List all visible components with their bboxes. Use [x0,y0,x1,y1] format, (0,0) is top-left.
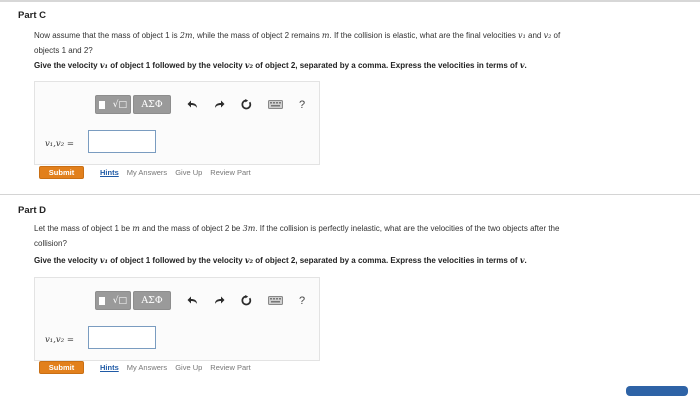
part-d-instruction: Give the velocity v₁ of object 1 followe… [34,253,684,268]
part-d-submit-button[interactable]: Submit [39,361,84,374]
template-button[interactable]: √□ [95,291,131,310]
answer-label-text: v₁,v₂ = [45,139,74,149]
part-c-answer-panel [34,81,320,165]
part-d-question: Let the mass of object 1 be m and the ma… [34,221,674,251]
my-answers-link[interactable]: My Answers [127,363,167,372]
velocity-2-symbol: v₂ [244,60,254,70]
velocity-2-symbol: v₂ [244,255,254,265]
instruction-text: Give the velocity [34,256,100,265]
mass-1-symbol: 2m [179,31,193,40]
part-c-question-text: . If the collision is elastic, what are … [329,31,519,40]
part-c-instruction: Give the velocity v₁ of object 1 followe… [34,58,684,73]
part-c-question-text: Now assume that the mass of object 1 is [34,31,180,40]
greek-symbols-button[interactable]: ΑΣΦ [133,291,171,310]
part-c-question-text: and [525,31,544,40]
help-icon[interactable]: ? [299,99,305,111]
part-d-question-text: and the mass of object 2 be [139,224,243,233]
template-button[interactable]: √□ [95,95,131,114]
part-d-answer-panel [34,277,320,361]
redo-icon[interactable] [214,296,225,305]
instruction-text: of object 2, separated by a comma. Expre… [253,256,520,265]
my-answers-link[interactable]: My Answers [127,168,167,177]
radical-icon: √□ [112,99,127,110]
review-part-link[interactable]: Review Part [210,363,250,372]
help-icon[interactable]: ? [299,295,305,307]
undo-icon[interactable] [187,100,198,109]
radical-icon: √□ [112,295,127,306]
part-d-question-text: . If the collision is perfectly inelasti… [255,224,560,233]
part-c-math-toolbar: √□ ΑΣΦ ? [95,95,305,114]
template-icon [99,296,105,305]
keyboard-icon[interactable] [268,296,283,305]
mass-2-symbol: 3m [242,224,256,233]
continue-button[interactable] [626,386,688,396]
part-c-question: Now assume that the mass of object 1 is … [34,28,674,58]
part-d-question-text: Let the mass of object 1 be [34,224,133,233]
instruction-text: of object 2, separated by a comma. Expre… [253,61,520,70]
give-up-link[interactable]: Give Up [175,168,202,177]
hints-link[interactable]: Hints [100,363,119,372]
part-d-action-links: Hints My Answers Give Up Review Part [100,363,259,372]
part-c-submit-button[interactable]: Submit [39,166,84,179]
velocity-1-symbol: v₁ [99,60,108,70]
top-border [0,0,700,2]
part-d-answer-input[interactable] [88,326,156,349]
template-icon [99,100,105,109]
part-c-question-text: of [551,31,561,40]
instruction-text: . [524,61,527,70]
section-divider [0,194,700,195]
part-d-math-toolbar: √□ ΑΣΦ ? [95,291,305,310]
part-c-answer-label: v₁,v₂ = [45,139,74,149]
part-d-title: Part D [18,205,46,216]
part-c-action-links: Hints My Answers Give Up Review Part [100,168,259,177]
give-up-link[interactable]: Give Up [175,363,202,372]
part-c-question-line2: objects 1 and 2? [34,46,93,55]
reset-icon[interactable] [241,295,252,306]
answer-label-text: v₁,v₂ = [45,335,74,345]
redo-icon[interactable] [214,100,225,109]
undo-icon[interactable] [187,296,198,305]
velocity-1-symbol: v₁ [518,31,526,40]
part-d-question-line2: collision? [34,239,67,248]
instruction-text: of object 1 followed by the velocity [107,61,245,70]
part-c-title: Part C [18,10,46,21]
instruction-text: of object 1 followed by the velocity [107,256,245,265]
velocity-1-symbol: v₁ [99,255,108,265]
instruction-text: Give the velocity [34,61,100,70]
mass-1-symbol: m [132,224,140,233]
part-c-question-text: , while the mass of object 2 remains [192,31,322,40]
part-d-answer-label: v₁,v₂ = [45,335,74,345]
reset-icon[interactable] [241,99,252,110]
review-part-link[interactable]: Review Part [210,168,250,177]
greek-symbols-button[interactable]: ΑΣΦ [133,95,171,114]
keyboard-icon[interactable] [268,100,283,109]
instruction-text: . [524,256,527,265]
mass-2-symbol: m [321,31,330,40]
part-c-answer-input[interactable] [88,130,156,153]
hints-link[interactable]: Hints [100,168,119,177]
